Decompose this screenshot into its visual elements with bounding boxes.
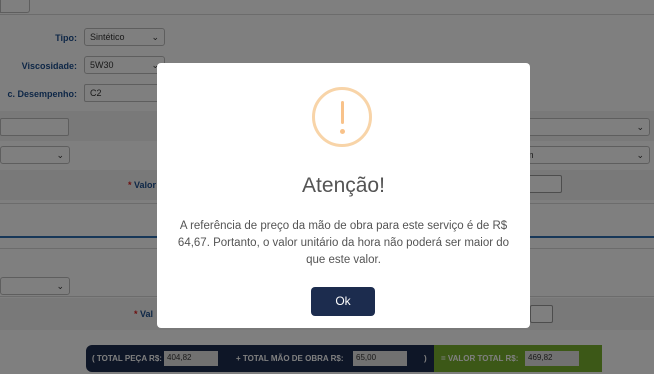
- modal-title: Atenção!: [302, 174, 385, 197]
- exclamation-dot: [340, 129, 345, 134]
- modal-message: A referência de preço da mão de obra par…: [177, 220, 510, 266]
- alert-modal: Atenção! A referência de preço da mão de…: [157, 63, 530, 328]
- ok-button[interactable]: Ok: [311, 287, 375, 316]
- exclamation-icon: [312, 87, 372, 147]
- exclamation-bar: [341, 101, 344, 124]
